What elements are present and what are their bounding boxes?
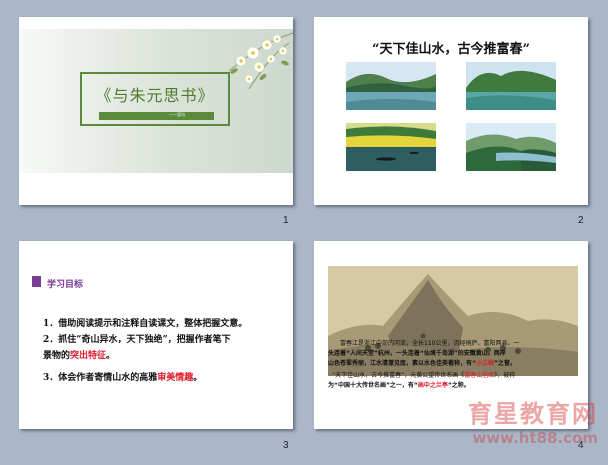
book-icon <box>32 276 41 287</box>
slide-thumbnail-2[interactable]: “天下佳山水，古今推富春” <box>314 17 588 205</box>
goal-item-2-continued: 景物的突出特征。 <box>43 351 116 361</box>
paragraph-line: 山色苍翠秀丽，江水清澈见底，素以水色佳美著称，有“小三峡”之誉。 <box>328 360 516 367</box>
slide-heading: “天下佳山水，古今推富春” <box>372 42 530 57</box>
paragraph-line: 头连着“人间天堂”杭州，一头连着“仙境千岛湖”的安徽黄山。两岸 <box>328 350 506 357</box>
landscape-photo-1 <box>346 62 436 110</box>
watermark-brand: 育星教育网 <box>468 399 598 428</box>
watermark-url: www.ht88.com <box>472 429 598 447</box>
author-label: ——吴均 <box>169 112 185 117</box>
slide-number: 2 <box>578 215 584 226</box>
paragraph-line: 富春江是浙江中部的河流，全长110公里，流经桐庐、富阳两县。一 <box>340 340 520 347</box>
landscape-photo-4 <box>466 123 556 171</box>
landscape-photo-3 <box>346 123 436 171</box>
slide-thumbnail-3[interactable]: 学习目标 1．借助阅读提示和注释自读课文，整体把握文意。 2．抓住“奇山异水，天… <box>19 241 293 429</box>
goal-item-3: 3．体会作者寄情山水的高雅审美情趣。 <box>43 373 203 383</box>
paragraph-line: “天下佳山水，古今推富春”，元黄公望传世名画《富春山居图》，被称 <box>332 372 516 379</box>
flower-branch-decoration <box>228 32 293 90</box>
slide-number: 1 <box>283 215 289 226</box>
watermark: 育星教育网 www.ht88.com <box>428 394 598 447</box>
goal-item-1: 1．借助阅读提示和注释自读课文，整体把握文意。 <box>43 319 248 329</box>
slide-thumbnail-1[interactable]: 《与朱元思书》 ——吴均 <box>19 17 293 205</box>
paragraph-line: 为“中国十大传世名画”之一，有“画中之兰亭”之称。 <box>328 382 470 389</box>
slide-number: 3 <box>283 440 289 451</box>
landscape-photo-2 <box>466 62 556 110</box>
author-bar <box>99 112 214 120</box>
slide-heading: 学习目标 <box>47 280 84 290</box>
slide-title: 《与朱元思书》 <box>95 86 215 105</box>
goal-item-2: 2．抓住“奇山异水，天下独绝”，把握作者笔下 <box>43 335 231 345</box>
